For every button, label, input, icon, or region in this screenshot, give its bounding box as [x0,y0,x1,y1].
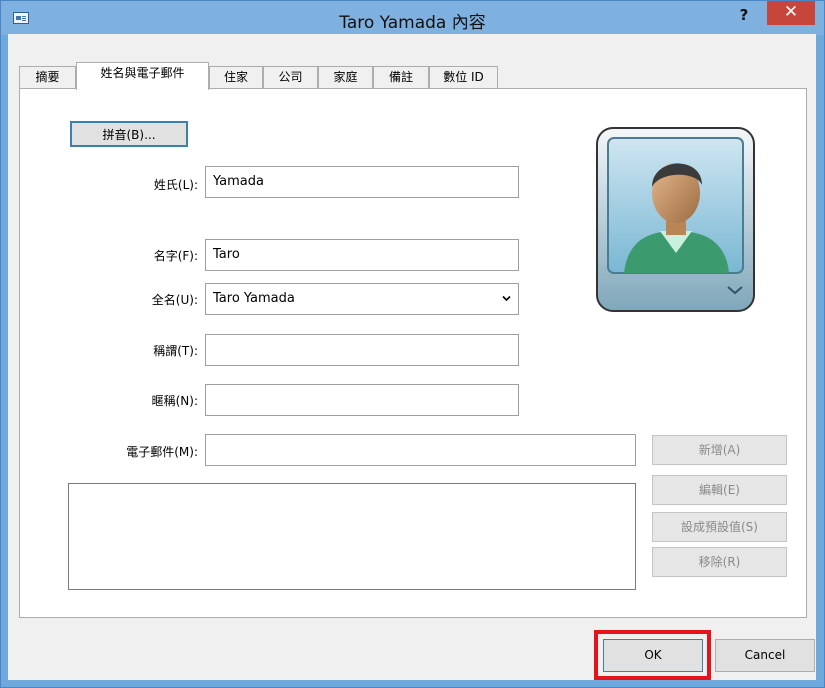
remove-email-button[interactable]: 移除(R) [652,547,787,577]
set-default-email-button[interactable]: 設成預設值(S) [652,512,787,542]
nickname-label: 暱稱(N): [151,394,198,408]
edit-email-button[interactable]: 編輯(E) [652,475,787,505]
window-title: Taro Yamada 內容 [339,13,486,33]
first-name-field[interactable]: Taro [205,239,519,271]
tab-business[interactable]: 公司 [263,66,318,89]
cancel-button[interactable]: Cancel [715,639,815,672]
title-field[interactable] [205,334,519,366]
last-name-field[interactable]: Yamada [205,166,519,198]
phonetic-button[interactable]: 拼音(B)... [70,121,188,147]
close-button[interactable]: ✕ [767,1,815,25]
ok-highlight-box [594,630,711,680]
full-name-combobox[interactable]: Taro Yamada [205,283,519,315]
chevron-down-icon[interactable] [502,294,511,303]
nickname-field[interactable] [205,384,519,416]
full-name-label: 全名(U): [151,293,198,307]
tab-name-email[interactable]: 姓名與電子郵件 [76,62,209,90]
title-bar[interactable]: Taro Yamada 內容 ? ✕ [1,1,824,35]
help-button[interactable]: ? [729,3,759,29]
contact-avatar[interactable] [596,127,755,312]
title-label: 稱謂(T): [153,344,198,358]
email-label: 電子郵件(M): [126,445,198,459]
first-name-label: 名字(F): [153,249,198,263]
tab-family[interactable]: 家庭 [318,66,373,89]
email-field[interactable] [205,434,636,466]
full-name-value: Taro Yamada [213,291,295,306]
tab-notes[interactable]: 備註 [373,66,429,89]
last-name-label: 姓氏(L): [153,178,198,192]
tab-digital-id[interactable]: 數位 ID [429,66,498,89]
email-list[interactable] [68,483,636,590]
tab-summary[interactable]: 摘要 [19,66,76,89]
add-email-button[interactable]: 新增(A) [652,435,787,465]
tab-home[interactable]: 住家 [209,66,263,89]
